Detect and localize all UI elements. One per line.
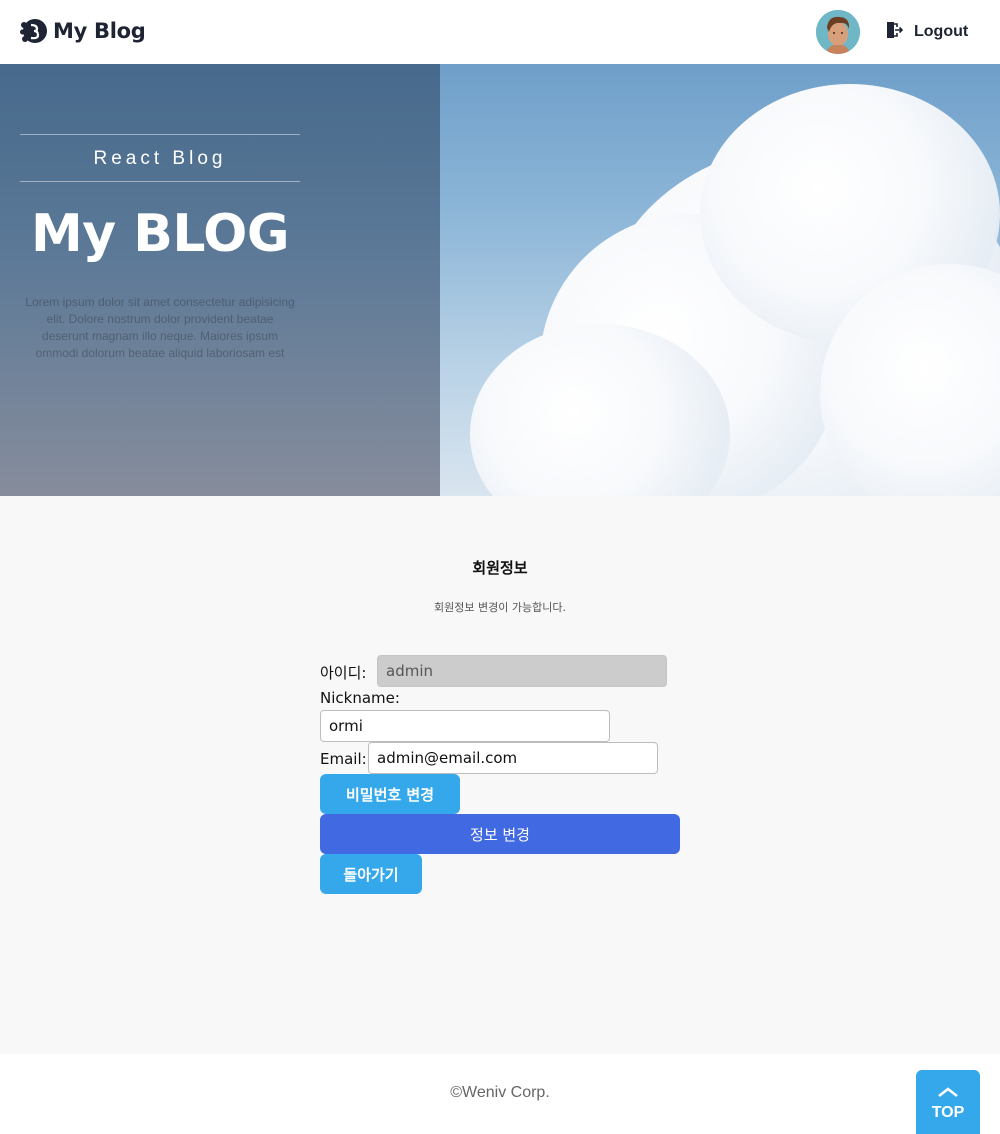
section-description: 회원정보 변경이 가능합니다. bbox=[434, 601, 566, 614]
nickname-label: Nickname: bbox=[320, 689, 400, 707]
logout-label: Logout bbox=[914, 23, 969, 40]
banner-text-panel: React Blog My BLOG Lorem ipsum dolor sit… bbox=[0, 64, 440, 496]
banner-top-divider bbox=[20, 134, 300, 135]
banner-title: My BLOG bbox=[30, 204, 290, 264]
email-field[interactable]: admin@email.com bbox=[368, 742, 658, 774]
logo-mark-icon bbox=[19, 17, 47, 45]
header: My Blog Logout bbox=[0, 0, 1000, 64]
banner-description: Lorem ipsum dolor sit amet consectetur a… bbox=[25, 295, 295, 360]
footer: ©Weniv Corp. TOP bbox=[0, 1054, 1000, 1134]
update-info-button[interactable]: 정보 변경 bbox=[320, 814, 680, 854]
hero-banner: React Blog My BLOG Lorem ipsum dolor sit… bbox=[0, 64, 1000, 496]
logo-text: My Blog bbox=[53, 19, 146, 43]
scroll-top-button[interactable]: TOP bbox=[916, 1070, 980, 1134]
chevron-up-icon bbox=[937, 1083, 959, 1102]
copyright: ©Weniv Corp. bbox=[450, 1084, 550, 1101]
scroll-top-label: TOP bbox=[931, 1103, 965, 1121]
banner-subtitle: React Blog bbox=[93, 148, 227, 169]
profile-section: 회원정보 회원정보 변경이 가능합니다. 아이디: admin Nickname… bbox=[0, 496, 1000, 1054]
logout-button[interactable]: Logout bbox=[884, 20, 968, 44]
section-title: 회원정보 bbox=[472, 559, 528, 577]
banner-bottom-divider bbox=[20, 181, 300, 182]
change-password-button[interactable]: 비밀번호 변경 bbox=[320, 774, 460, 814]
avatar[interactable] bbox=[816, 10, 860, 54]
logo[interactable]: My Blog bbox=[19, 17, 146, 45]
email-label: Email: bbox=[320, 750, 367, 768]
back-button[interactable]: 돌아가기 bbox=[320, 854, 422, 894]
id-label: 아이디: bbox=[320, 664, 367, 682]
nickname-field[interactable]: ormi bbox=[320, 710, 610, 742]
logout-icon bbox=[884, 20, 904, 44]
id-field: admin bbox=[377, 655, 667, 687]
